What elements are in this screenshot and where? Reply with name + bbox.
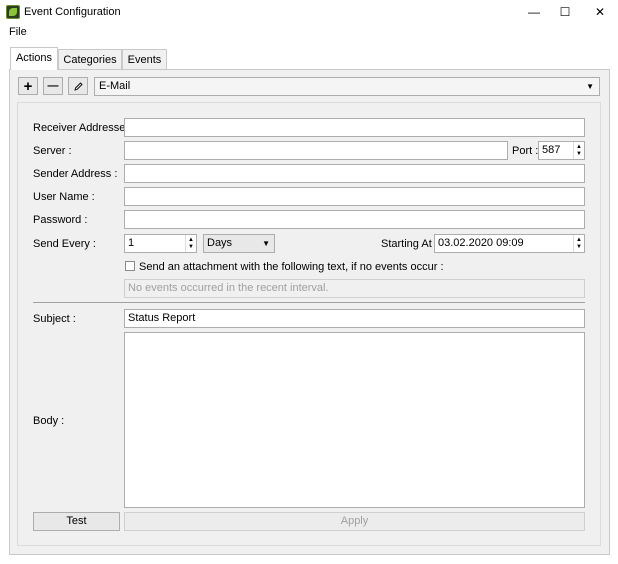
- starting-at-datetime[interactable]: 03.02.2020 09:09 ▲ ▼: [434, 234, 585, 253]
- body-textarea[interactable]: [124, 332, 585, 508]
- divider: [33, 302, 585, 303]
- password-label: Password :: [33, 214, 88, 226]
- user-name-label: User Name :: [33, 191, 95, 203]
- send-every-value: 1: [128, 237, 135, 249]
- sender-address-input[interactable]: [124, 164, 585, 183]
- attachment-text-input[interactable]: No events occurred in the recent interva…: [124, 279, 585, 298]
- chevron-down-icon: ▼: [262, 239, 270, 248]
- test-button[interactable]: Test: [33, 512, 120, 531]
- pencil-icon: [73, 81, 83, 91]
- menu-file[interactable]: File: [9, 26, 27, 38]
- port-spinbox[interactable]: 587 ▲ ▼: [538, 141, 585, 160]
- port-label: Port :: [512, 145, 539, 157]
- attachment-label: Send an attachment with the following te…: [139, 261, 444, 273]
- maximize-button[interactable]: ☐: [547, 0, 583, 24]
- receiver-addresses-label: Receiver Addresses :: [33, 122, 137, 134]
- plus-icon: +: [23, 77, 33, 95]
- apply-button[interactable]: Apply: [124, 512, 585, 531]
- chevron-down-icon: ▼: [586, 82, 594, 91]
- minus-icon: —: [47, 80, 59, 92]
- send-every-unit-value: Days: [207, 237, 233, 249]
- add-action-button[interactable]: +: [18, 77, 38, 95]
- send-every-spin-arrows[interactable]: ▲ ▼: [185, 235, 196, 252]
- user-name-input[interactable]: [124, 187, 585, 206]
- action-type-value: E-Mail: [99, 80, 131, 92]
- edit-action-button[interactable]: [68, 77, 88, 95]
- window-title: Event Configuration: [24, 6, 121, 18]
- remove-action-button[interactable]: —: [43, 77, 63, 95]
- app-icon: [6, 5, 20, 19]
- starting-at-spin-arrows[interactable]: ▲ ▼: [573, 235, 584, 252]
- subject-input[interactable]: Status Report: [124, 309, 585, 328]
- starting-at-label: Starting At :: [381, 238, 438, 250]
- password-input[interactable]: [124, 210, 585, 229]
- port-value: 587: [542, 144, 561, 156]
- sender-address-label: Sender Address :: [33, 168, 118, 180]
- close-button[interactable]: ✕: [582, 0, 618, 24]
- tab-categories[interactable]: Categories: [58, 49, 122, 69]
- tab-actions[interactable]: Actions: [10, 47, 58, 70]
- tab-events[interactable]: Events: [122, 49, 167, 69]
- server-label: Server :: [33, 145, 72, 157]
- send-every-unit-select[interactable]: Days ▼: [203, 234, 275, 253]
- server-input[interactable]: [124, 141, 508, 160]
- port-spin-arrows[interactable]: ▲ ▼: [573, 142, 584, 159]
- body-label: Body :: [33, 415, 65, 427]
- subject-label: Subject :: [33, 313, 76, 325]
- action-type-select[interactable]: E-Mail ▼: [94, 77, 600, 96]
- attachment-checkbox[interactable]: [125, 261, 135, 271]
- receiver-addresses-input[interactable]: [124, 118, 585, 137]
- starting-at-value: 03.02.2020 09:09: [438, 237, 524, 249]
- send-every-label: Send Every :: [33, 238, 96, 250]
- send-every-spinbox[interactable]: 1 ▲ ▼: [124, 234, 197, 253]
